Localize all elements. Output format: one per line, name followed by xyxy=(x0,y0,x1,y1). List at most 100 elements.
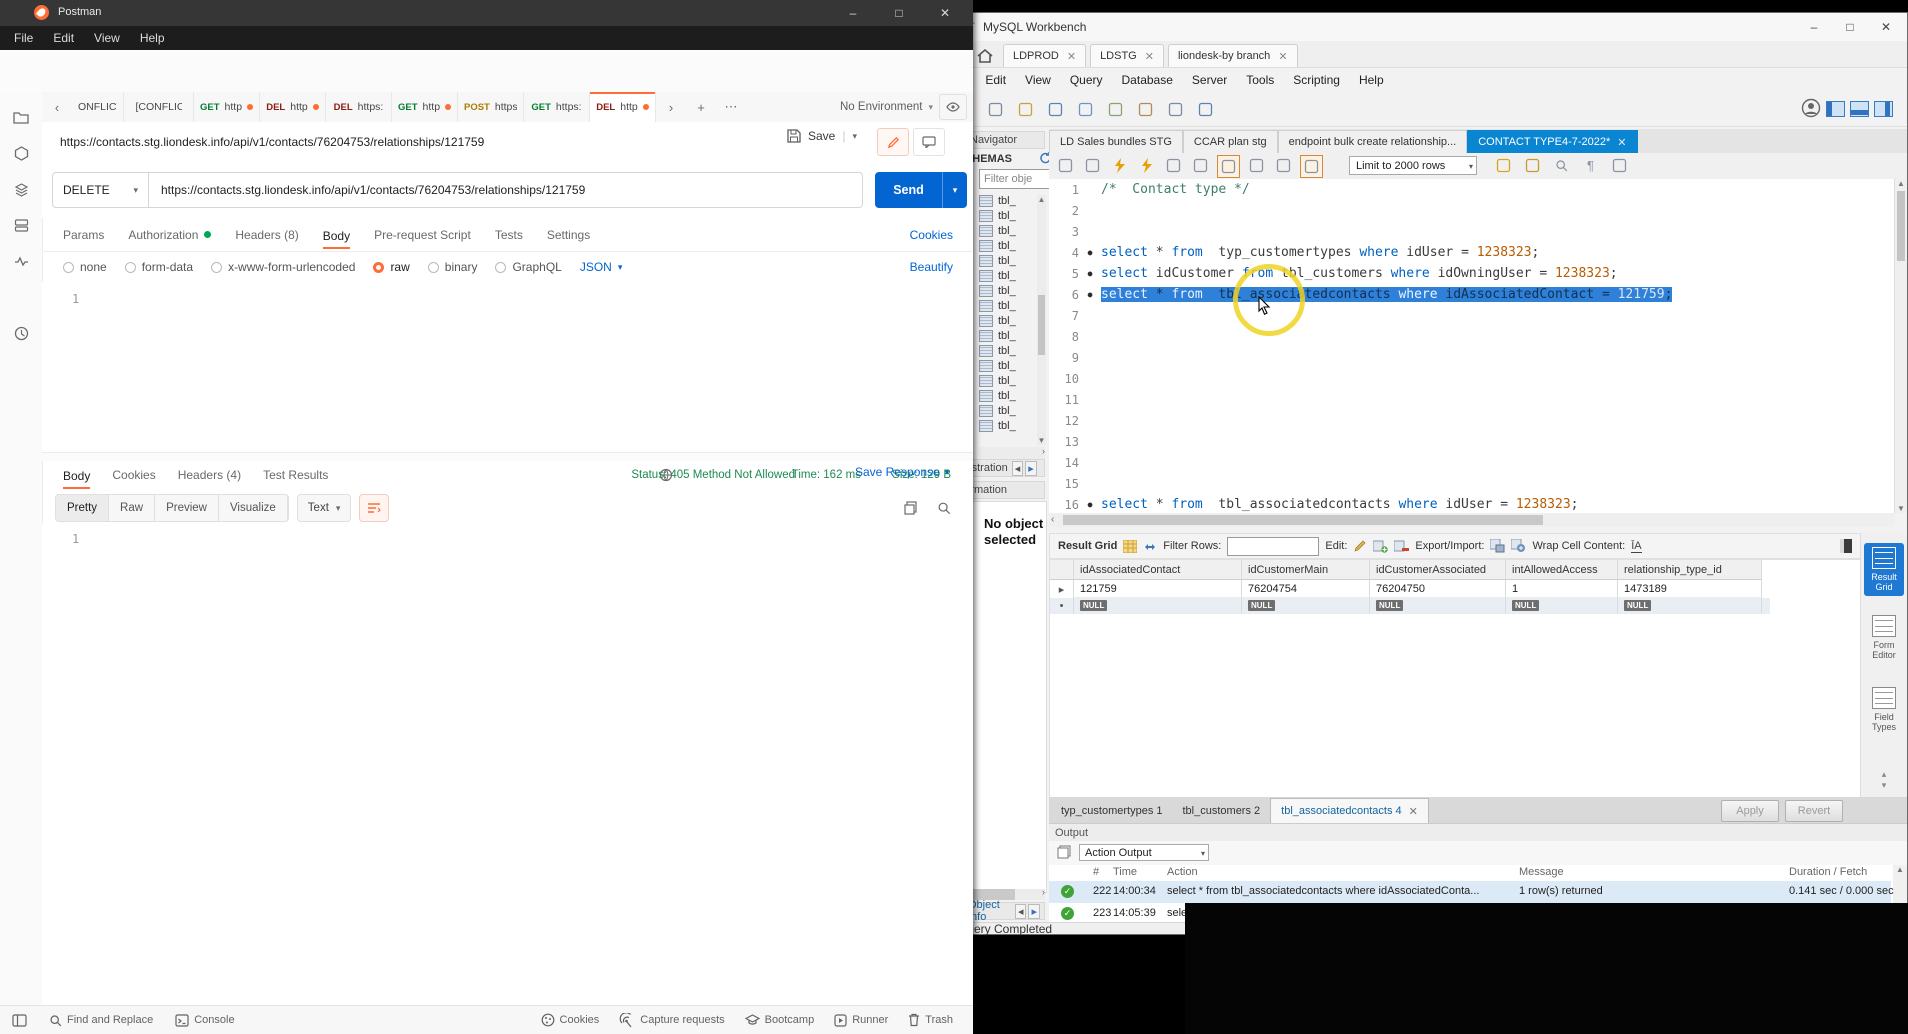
sql-line-10[interactable]: 10 xyxy=(1049,368,1895,389)
request-tab-body[interactable]: Body xyxy=(323,229,350,247)
table-cell[interactable]: 76204750 xyxy=(1370,580,1506,598)
edit-pencil-icon[interactable] xyxy=(877,128,909,156)
postman-titlebar[interactable]: Postman – □ ✕ xyxy=(0,0,973,26)
wrap-lines-icon[interactable] xyxy=(359,494,390,522)
footer-panel-toggle[interactable] xyxy=(12,1013,27,1027)
import-icon[interactable] xyxy=(1511,539,1526,553)
sql-editor-hscrollbar[interactable]: ‹ xyxy=(1049,513,1895,527)
footer-runner[interactable]: Runner xyxy=(834,1013,888,1027)
invisible-chars-icon[interactable]: ¶ xyxy=(1580,155,1601,176)
schema-table-item[interactable]: tbl_ xyxy=(979,208,1035,223)
home-icon[interactable] xyxy=(977,49,993,63)
table-cell[interactable]: NULL xyxy=(1242,598,1370,614)
menu-server[interactable]: Server xyxy=(1192,73,1227,87)
sidebar-history-icon[interactable] xyxy=(10,322,32,344)
table-cell[interactable]: NULL xyxy=(1618,598,1762,614)
menu-tools[interactable]: Tools xyxy=(1246,73,1274,87)
sql-line-12[interactable]: 12 xyxy=(1049,410,1895,431)
panel-expand-icon[interactable]: ▸ xyxy=(1025,460,1037,476)
postman-close-button[interactable]: ✕ xyxy=(923,0,967,26)
url-input[interactable]: https://contacts.stg.liondesk.info/api/v… xyxy=(148,172,863,208)
body-mode-x-www-form-urlencoded[interactable]: x-www-form-urlencoded xyxy=(211,260,355,274)
panel-scroll-icons[interactable]: ▴ ▾ xyxy=(1861,769,1907,791)
navigator-scrollbar[interactable]: ▲ ▼ xyxy=(1037,195,1046,445)
panel-collapse-icon[interactable]: ◂ xyxy=(1011,460,1024,476)
execute-icon[interactable] xyxy=(1109,155,1130,176)
apply-button[interactable]: Apply xyxy=(1721,800,1779,822)
schema-table-item[interactable]: tbl_ xyxy=(979,403,1035,418)
output-type-select[interactable]: Action Output ▾ xyxy=(1079,844,1209,861)
request-tab[interactable]: DEL http xyxy=(260,92,326,122)
request-tab-authorization[interactable]: Authorization xyxy=(128,228,212,242)
schema-table-item[interactable]: tbl_ xyxy=(979,358,1035,373)
body-mode-binary[interactable]: binary xyxy=(427,260,477,274)
save-button[interactable]: Save | ▾ xyxy=(787,129,857,143)
result-tab-2[interactable]: tbl_customers 2 xyxy=(1173,799,1271,823)
request-tab-pre-request-script[interactable]: Pre-request Script xyxy=(374,228,471,242)
method-select[interactable]: DELETE ▾ xyxy=(52,172,148,208)
sql-line-5[interactable]: 5 ● select idCustomer from tbl_customers w… xyxy=(1049,263,1895,284)
menu-query[interactable]: Query xyxy=(1070,73,1103,87)
sql-line-9[interactable]: 9 xyxy=(1049,347,1895,368)
grid-icon[interactable] xyxy=(1123,539,1138,553)
db-table-4-icon[interactable] xyxy=(1163,97,1187,121)
account-icon[interactable] xyxy=(1801,98,1821,118)
schema-table-item[interactable]: tbl_ xyxy=(979,238,1035,253)
copy-icon[interactable] xyxy=(904,501,917,515)
panel-collapse-icon[interactable]: ◂ xyxy=(1014,903,1027,919)
tabs-scroll-left-icon[interactable]: ‹ xyxy=(42,92,72,122)
view-visualize[interactable]: Visualize xyxy=(219,495,288,521)
schema-table-item[interactable]: tbl_ xyxy=(979,388,1035,403)
db-table-2-icon[interactable] xyxy=(1103,97,1127,121)
table-row[interactable]: ▸ 121759 76204754 76204750 1 1473189 xyxy=(1050,580,1770,598)
beautify-broom-icon[interactable] xyxy=(1522,155,1543,176)
table-row[interactable]: • NULL NULL NULL NULL NULL xyxy=(1050,598,1770,614)
menu-help[interactable]: Help xyxy=(1359,73,1384,87)
toggle-left-panel-icon[interactable] xyxy=(1826,101,1845,117)
menu-edit[interactable]: Edit xyxy=(53,31,74,45)
sql-line-3[interactable]: 3 xyxy=(1049,221,1895,242)
environment-quick-look-icon[interactable] xyxy=(939,94,967,120)
table-cell[interactable]: 1473189 xyxy=(1618,580,1762,598)
output-section-header[interactable]: Output xyxy=(1049,823,1907,841)
tabs-scroll-right-icon[interactable]: › xyxy=(656,92,686,122)
toggle-bottom-panel-icon[interactable] xyxy=(1850,101,1869,117)
sql-line-8[interactable]: 8 xyxy=(1049,326,1895,347)
footer-find-and-replace[interactable]: Find and Replace xyxy=(49,1014,153,1027)
close-tab-icon[interactable]: ✕ xyxy=(1617,136,1626,149)
environment-chevron-icon[interactable]: ▾ xyxy=(928,102,933,113)
result-tab-1[interactable]: typ_customertypes 1 xyxy=(1051,799,1173,823)
request-tab[interactable]: GET http xyxy=(194,92,260,122)
sidebar-collections-icon[interactable] xyxy=(10,106,32,128)
send-options-chevron-icon[interactable]: ▾ xyxy=(942,172,967,208)
schema-table-item[interactable]: tbl_ xyxy=(979,223,1035,238)
grid-panel-toggle-icon[interactable] xyxy=(1840,539,1852,553)
schema-table-list[interactable]: tbl_ tbl_ tbl_ tbl_ tbl_ tbl_ tbl_ tbl_ tbl_ tbl_… xyxy=(979,193,1035,433)
sql-tab-1[interactable]: LD Sales bundles STG xyxy=(1049,130,1183,153)
mysql-maximize-button[interactable]: □ xyxy=(1833,17,1867,37)
open-sql-file-icon[interactable] xyxy=(1013,97,1037,121)
schema-table-item[interactable]: tbl_ xyxy=(979,298,1035,313)
connection-tab-liondesk-by-branch[interactable]: liondesk-by branch ✕ xyxy=(1167,44,1298,67)
panel-expand-icon[interactable]: ▸ xyxy=(1028,903,1040,919)
footer-trash[interactable]: Trash xyxy=(908,1013,953,1027)
insert-row-icon[interactable] xyxy=(1373,540,1389,553)
environment-selector[interactable]: No Environment xyxy=(840,101,922,113)
schema-table-item[interactable]: tbl_ xyxy=(979,343,1035,358)
schema-table-item[interactable]: tbl_ xyxy=(979,253,1035,268)
footer-console[interactable]: Console xyxy=(175,1013,235,1027)
close-tab-icon[interactable]: ✕ xyxy=(1067,50,1076,63)
close-tab-icon[interactable]: ✕ xyxy=(1145,50,1154,63)
request-tab-params[interactable]: Params xyxy=(63,228,104,242)
save-response-button[interactable]: Save Response ▾ xyxy=(855,465,949,479)
close-tab-icon[interactable]: ✕ xyxy=(1278,50,1287,63)
footer-cookies[interactable]: Cookies xyxy=(541,1013,599,1027)
new-sql-tab-icon[interactable] xyxy=(983,97,1007,121)
menu-view[interactable]: View xyxy=(94,31,120,45)
new-snippet-star-icon[interactable] xyxy=(1493,155,1514,176)
menu-help[interactable]: Help xyxy=(140,31,165,45)
table-cell[interactable]: NULL xyxy=(1506,598,1618,614)
request-tab-tests[interactable]: Tests xyxy=(495,228,523,242)
sql-line-6[interactable]: 6 ● select * from tbl_associatedcontacts w… xyxy=(1049,284,1895,305)
comments-icon[interactable] xyxy=(913,128,945,156)
